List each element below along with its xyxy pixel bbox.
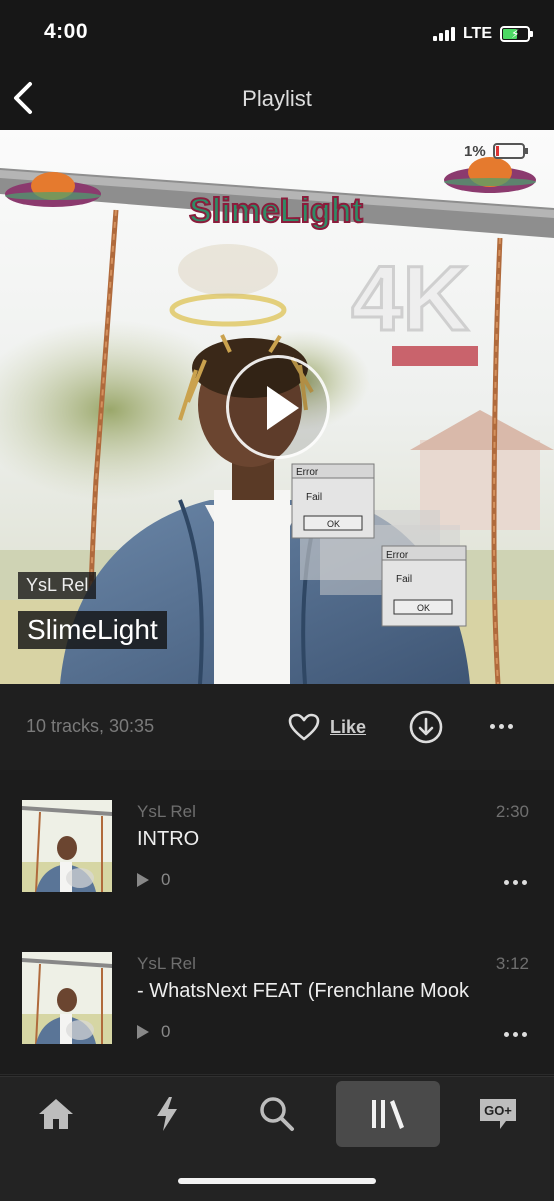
- status-bar: 4:00 LTE ⚡: [0, 0, 554, 66]
- more-icon: [486, 714, 516, 738]
- svg-text:Fail: Fail: [306, 492, 322, 503]
- artwork-battery-text: 1%: [464, 143, 486, 160]
- svg-text:OK: OK: [327, 519, 340, 529]
- tab-search[interactable]: [225, 1081, 329, 1147]
- play-count-icon: [137, 873, 149, 887]
- track-artwork: [22, 800, 112, 892]
- playlist-artwork: SlimeLight 1% 4K Error Fail OK Error Fai…: [0, 130, 554, 684]
- tab-library[interactable]: [336, 1081, 440, 1147]
- svg-text:Error: Error: [296, 467, 319, 478]
- go-plus-icon: GO+: [480, 1099, 516, 1129]
- track-artist: YsL Rel: [137, 954, 196, 973]
- heart-icon: [288, 713, 320, 741]
- track-plays: 0: [137, 1022, 170, 1042]
- more-icon: [500, 1022, 530, 1046]
- signal-icon: [432, 27, 455, 41]
- lightning-icon: [157, 1097, 177, 1131]
- library-icon: [372, 1100, 404, 1129]
- svg-text:Error: Error: [386, 550, 409, 561]
- like-label: Like: [330, 716, 367, 737]
- playlist-more-button[interactable]: [486, 714, 516, 738]
- track-row[interactable]: YsL Rel 3:12 - WhatsNext FEAT (Frenchlan…: [0, 922, 554, 1075]
- home-icon: [39, 1099, 73, 1129]
- tab-home[interactable]: [4, 1081, 108, 1147]
- track-artwork: [22, 952, 112, 1044]
- download-button[interactable]: [409, 710, 443, 744]
- page-title: Playlist: [242, 86, 312, 111]
- tab-go-plus[interactable]: GO+: [446, 1081, 550, 1147]
- artwork-logo: SlimeLight: [189, 192, 363, 230]
- more-icon: [500, 870, 530, 894]
- play-count: 0: [161, 870, 171, 889]
- download-icon: [409, 710, 443, 744]
- playlist-artist[interactable]: YsL Rel: [18, 572, 97, 599]
- playlist-actions: 10 tracks, 30:35 Like: [0, 684, 554, 771]
- play-button[interactable]: [226, 355, 330, 459]
- play-icon: [267, 386, 299, 430]
- svg-text:OK: OK: [417, 603, 430, 613]
- search-icon: [260, 1097, 294, 1131]
- play-count: 0: [161, 1022, 171, 1041]
- track-more-button[interactable]: [500, 1022, 530, 1046]
- track-title: - WhatsNext FEAT (Frenchlane Mook: [137, 980, 469, 1002]
- status-time: 4:00: [44, 20, 89, 43]
- like-button[interactable]: Like: [288, 710, 366, 744]
- network-type: LTE: [462, 25, 492, 42]
- artwork-4k-text: 4K: [351, 248, 469, 350]
- playlist-title: SlimeLight: [18, 611, 167, 649]
- play-count-icon: [137, 1025, 149, 1039]
- home-indicator[interactable]: [178, 1178, 376, 1184]
- track-title: INTRO: [137, 828, 200, 850]
- battery-icon: ⚡: [500, 26, 533, 42]
- track-row[interactable]: YsL Rel 2:30 INTRO 0: [0, 770, 554, 923]
- svg-text:GO+: GO+: [484, 1103, 512, 1118]
- track-duration: 3:12: [495, 954, 529, 973]
- track-more-button[interactable]: [500, 870, 530, 894]
- tracks-summary: 10 tracks, 30:35: [26, 716, 155, 736]
- nav-bar: Playlist: [0, 66, 554, 130]
- track-duration: 2:30: [495, 802, 529, 821]
- track-plays: 0: [137, 870, 170, 890]
- svg-text:Fail: Fail: [396, 574, 412, 585]
- status-indicators: LTE ⚡: [432, 24, 533, 44]
- track-artist: YsL Rel: [137, 802, 196, 821]
- tab-feed[interactable]: [115, 1081, 219, 1147]
